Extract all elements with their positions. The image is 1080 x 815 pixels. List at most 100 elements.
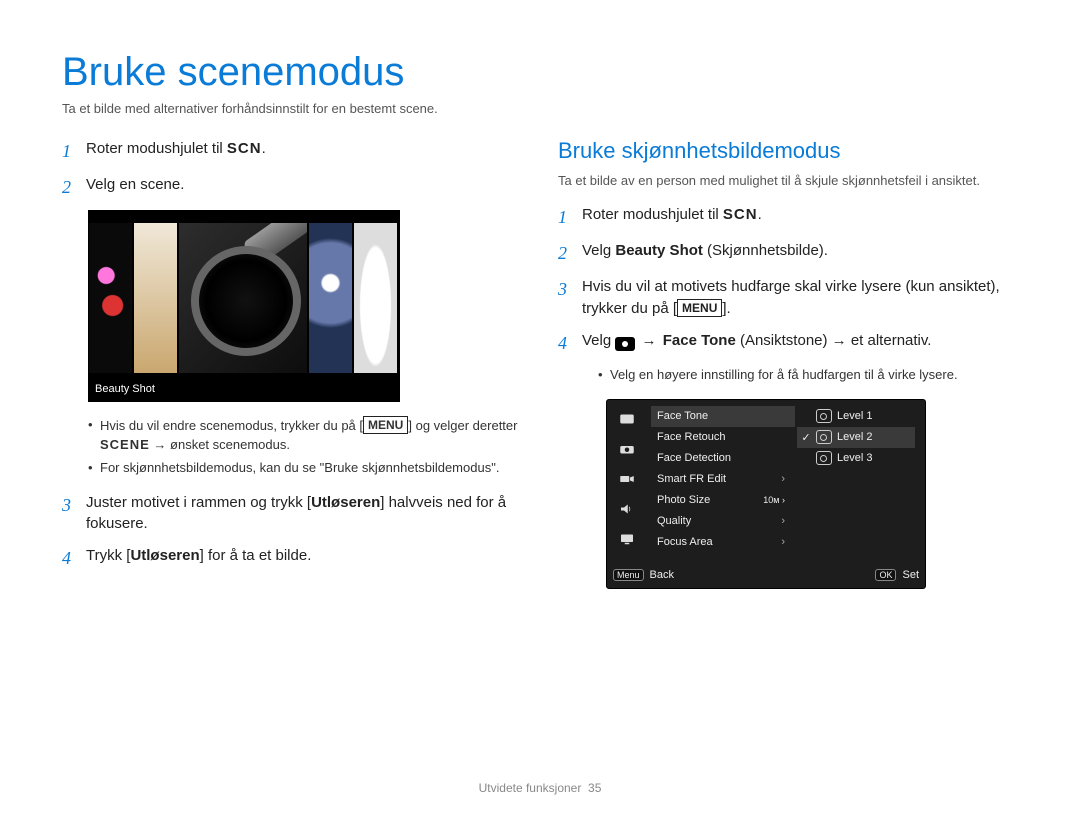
menu-item-label: Face Tone [657, 410, 708, 422]
left-step-1: 1 Roter modushjulet til SCN. [62, 138, 522, 164]
scene-caption: Beauty Shot [95, 383, 155, 395]
camera-icon [615, 337, 635, 351]
text: . [262, 140, 266, 157]
scene-select-screenshot: Beauty Shot [88, 210, 400, 402]
step-number: 1 [558, 204, 572, 230]
chevron-right-icon: › [763, 473, 785, 485]
text: ] og velger deretter [408, 418, 517, 433]
option-item: Level 3 [797, 448, 915, 469]
right-bullets: Velg en høyere innstilling for å få hudf… [558, 366, 1018, 385]
footer-page-number: 35 [588, 781, 601, 795]
text: Velg en scene. [86, 174, 184, 200]
scn-icon: SCN [723, 206, 758, 223]
menu-item-label: Focus Area [657, 536, 713, 548]
scene-thumb-selected [179, 223, 309, 373]
back-button-icon: Menu [613, 569, 644, 581]
left-step-2: 2 Velg en scene. [62, 174, 522, 200]
chevron-right-icon: › [763, 515, 785, 527]
menu-item: Photo Size 10ᴍ › [651, 490, 795, 511]
tab-display-icon [613, 526, 641, 552]
level-icon [816, 409, 832, 423]
section-desc: Ta et bilde av en person med mulighet ti… [558, 172, 1018, 190]
text: Juster motivet i rammen og trykk [ [86, 494, 311, 511]
text: Roter modushjulet til [582, 206, 723, 223]
beauty-shot-label: Beauty Shot [615, 242, 703, 259]
tab-sound-icon [613, 496, 641, 522]
right-step-1: 1 Roter modushjulet til SCN. [558, 204, 1018, 230]
text: . [758, 206, 762, 223]
back-label: Back [650, 569, 674, 581]
right-column: Bruke skjønnhetsbildemodus Ta et bilde a… [558, 138, 1018, 589]
tab-camera-icon [613, 436, 641, 462]
text: ]. [722, 300, 730, 317]
scene-word: SCENE [100, 437, 150, 452]
menu-item-label: Face Detection [657, 452, 731, 464]
step-number: 3 [62, 492, 76, 536]
menu-item-label: Quality [657, 515, 691, 527]
text: → ønsket scenemodus. [150, 437, 290, 452]
option-label: Level 1 [837, 410, 872, 422]
size-icon: 10ᴍ › [763, 495, 785, 505]
right-step-2: 2 Velg Beauty Shot (Skjønnhetsbilde). [558, 240, 1018, 266]
text: Roter modushjulet til [86, 140, 227, 157]
text: ] for å ta et bilde. [200, 547, 312, 564]
set-label: Set [902, 569, 919, 581]
scene-thumb [354, 223, 399, 373]
menu-item: Face Detection [651, 448, 795, 469]
section-heading: Bruke skjønnhetsbildemodus [558, 138, 1018, 164]
menu-list: Face Tone Face Retouch Face Detection Sm… [651, 406, 795, 564]
menu-item: Face Retouch [651, 427, 795, 448]
menu-button-icon: MENU [677, 299, 722, 317]
level-icon [816, 451, 832, 465]
option-label: Level 3 [837, 452, 872, 464]
menu-item-label: Face Retouch [657, 431, 725, 443]
option-item-selected: ✓Level 2 [797, 427, 915, 448]
face-tone-label: Face Tone [663, 332, 736, 349]
option-list: Level 1 ✓Level 2 Level 3 [797, 406, 915, 469]
text: (Skjønnhetsbilde). [703, 242, 828, 259]
scene-thumb [309, 223, 354, 373]
step-number: 4 [62, 545, 76, 571]
step-number: 2 [62, 174, 76, 200]
step-number: 1 [62, 138, 76, 164]
left-bullets: Hvis du vil endre scenemodus, trykker du… [62, 416, 522, 478]
camera-menu-screenshot: Face Tone Face Retouch Face Detection Sm… [606, 399, 926, 589]
text: Trykk [ [86, 547, 130, 564]
scn-icon: SCN [227, 140, 262, 157]
right-step-4: 4 Velg → Face Tone (Ansiktstone) → et al… [558, 330, 1018, 356]
footer-section: Utvidete funksjoner [479, 781, 582, 795]
tab-video-icon [613, 466, 641, 492]
text: For skjønnhetsbildemodus, kan du se "Bru… [88, 459, 522, 478]
right-step-3: 3 Hvis du vil at motivets hudfarge skal … [558, 276, 1018, 320]
step-number: 3 [558, 276, 572, 320]
left-column: 1 Roter modushjulet til SCN. 2 Velg en s… [62, 138, 522, 589]
menu-footer: Menu Back OK Set [613, 566, 919, 584]
text: Hvis du vil at motivets hudfarge skal vi… [582, 278, 1000, 317]
text: (Ansiktstone) → et alternativ. [736, 332, 932, 349]
text: Hvis du vil endre scenemodus, trykker du… [100, 418, 363, 433]
text: Velg [582, 242, 615, 259]
step-number: 2 [558, 240, 572, 266]
menu-item-label: Smart FR Edit [657, 473, 726, 485]
menu-item: Smart FR Edit › [651, 469, 795, 490]
text: Velg [582, 332, 615, 349]
chevron-right-icon: › [763, 536, 785, 548]
level-icon [816, 430, 832, 444]
left-step-4: 4 Trykk [Utløseren] for å ta et bilde. [62, 545, 522, 571]
text: Velg en høyere innstilling for å få hudf… [598, 366, 1018, 385]
left-step-3: 3 Juster motivet i rammen og trykk [Utlø… [62, 492, 522, 536]
option-item: Level 1 [797, 406, 915, 427]
scene-thumb [89, 223, 134, 373]
shutter-label: Utløseren [311, 494, 380, 511]
menu-button-icon: MENU [363, 416, 408, 434]
check-icon: ✓ [801, 431, 811, 444]
menu-item-label: Photo Size [657, 494, 710, 506]
scene-thumb [134, 223, 179, 373]
arrow-icon: → [635, 332, 662, 349]
tab-scene-icon [613, 406, 641, 432]
page-subtitle: Ta et bilde med alternativer forhåndsinn… [62, 101, 1018, 116]
page-footer: Utvidete funksjoner 35 [0, 781, 1080, 795]
menu-item: Quality › [651, 511, 795, 532]
menu-item: Face Tone [651, 406, 795, 427]
menu-item: Focus Area › [651, 532, 795, 553]
